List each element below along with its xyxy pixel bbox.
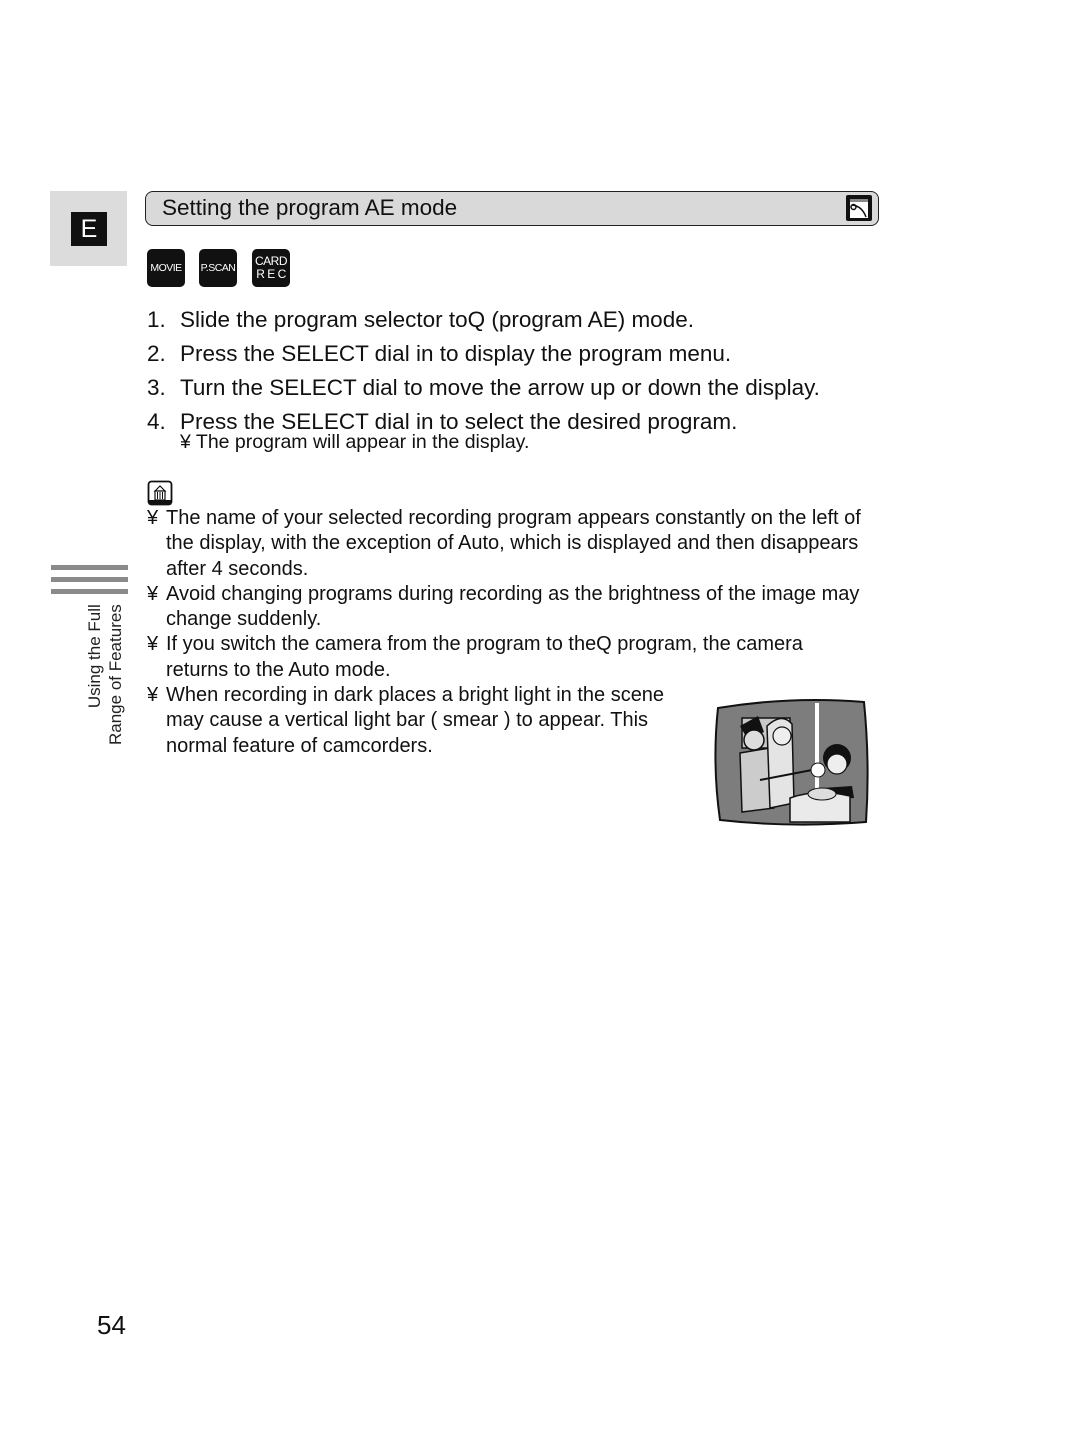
step-4-note: ¥ The program will appear in the display… [180, 431, 530, 453]
language-letter: E [71, 212, 107, 246]
mode-badge-card-rec: CARD R E C [252, 249, 290, 287]
steps-list: 1. Slide the program selector toQ (progra… [147, 303, 820, 439]
mode-badge-pscan: P.SCAN [199, 249, 237, 287]
mode-badge-movie: MOVIE [147, 249, 185, 287]
note-item: ¥ The name of your selected recording pro… [147, 507, 861, 580]
step-item: 3. Turn the SELECT dial to move the arrow… [147, 375, 820, 400]
notes-trash-icon [147, 480, 173, 506]
divider [51, 565, 128, 570]
tv-screen-smear-illustration [714, 699, 869, 826]
divider [51, 589, 128, 594]
program-ae-icon [846, 195, 872, 221]
step-item: 1. Slide the program selector toQ (progra… [147, 307, 694, 332]
page-number: 54 [97, 1310, 126, 1340]
section-title-bar: Setting the program AE mode [145, 191, 879, 226]
note-item: ¥ If you switch the camera from the progr… [147, 633, 803, 681]
chapter-marker-lines [51, 565, 128, 601]
chapter-side-label: Using the Full Range of Features [85, 604, 125, 745]
note-item: ¥ Avoid changing programs during recordin… [147, 582, 860, 631]
divider [51, 577, 128, 582]
section-title: Setting the program AE mode [162, 195, 458, 220]
step-item: 2. Press the SELECT dial in to display th… [147, 341, 732, 366]
